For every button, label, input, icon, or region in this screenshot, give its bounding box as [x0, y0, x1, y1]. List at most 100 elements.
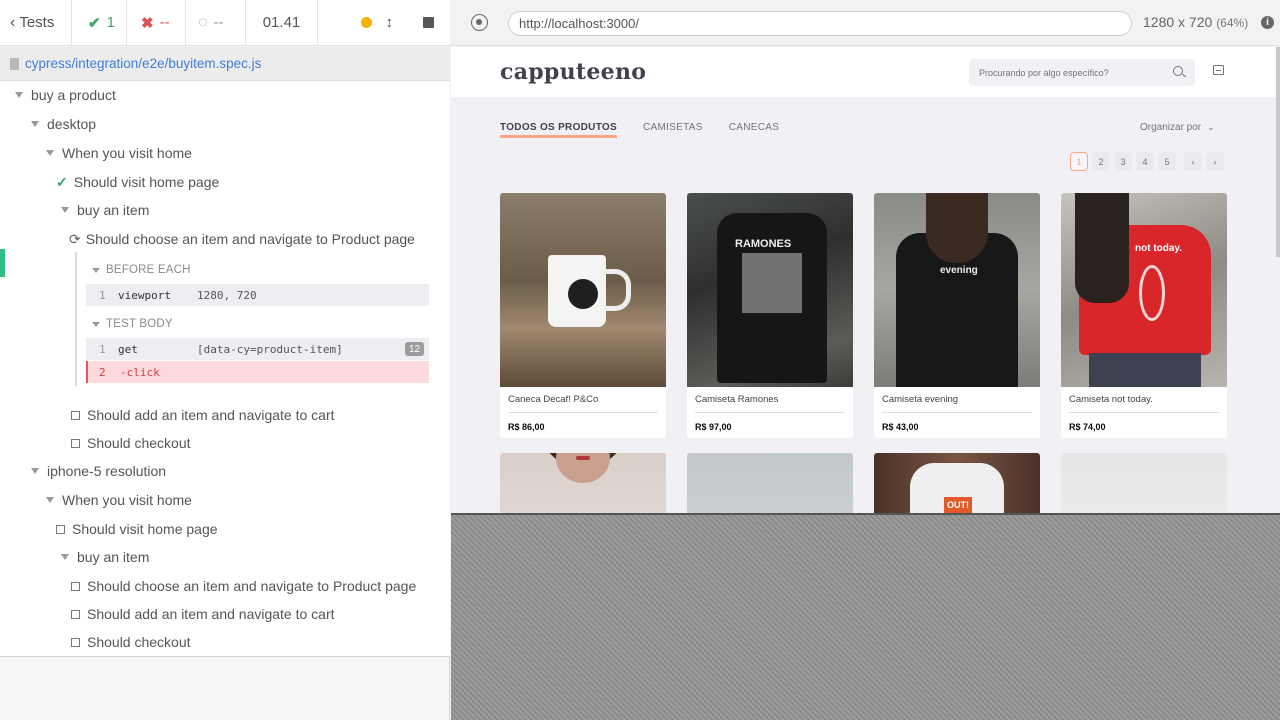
- tab-all-products[interactable]: TODOS OS PRODUTOS: [500, 122, 617, 138]
- tab-mugs[interactable]: CANECAS: [729, 122, 779, 138]
- product-card[interactable]: RAMONES Camiseta Ramones R$ 97,00: [687, 193, 853, 438]
- tab-shirts[interactable]: CAMISETAS: [643, 122, 703, 138]
- scrollbar-thumb[interactable]: [1276, 47, 1280, 257]
- site-logo[interactable]: capputeeno: [500, 59, 646, 85]
- product-name: Camiseta evening: [882, 394, 959, 405]
- test-row-passed[interactable]: ✓ Should visit home page: [0, 168, 449, 196]
- next-page-button[interactable]: ›: [1206, 152, 1224, 171]
- suite-row[interactable]: When you visit home: [0, 139, 449, 167]
- hair-shape: [1075, 193, 1129, 303]
- product-name: Camiseta not today.: [1069, 394, 1153, 405]
- product-card[interactable]: evening Camiseta evening R$ 43,00: [874, 193, 1040, 438]
- caret-down-icon: [15, 92, 23, 98]
- command-row[interactable]: 1 viewport 1280, 720: [86, 284, 429, 306]
- scrollbar-track[interactable]: [1276, 47, 1280, 513]
- tests-back-button[interactable]: ‹ Tests: [0, 0, 72, 45]
- square-icon: [71, 410, 80, 420]
- suite-row[interactable]: buy an item: [0, 543, 449, 571]
- suite-row[interactable]: buy an item: [0, 196, 449, 224]
- stop-icon[interactable]: [423, 17, 434, 28]
- pending-count: ◌ --: [186, 0, 246, 45]
- auto-scroll-toggle-icon[interactable]: ↕: [386, 14, 394, 31]
- product-image: not today.: [1061, 193, 1227, 387]
- caret-down-icon: [92, 267, 100, 273]
- skull-print: [568, 279, 598, 309]
- product-card[interactable]: OUT!: [874, 453, 1040, 513]
- chevron-left-icon: ‹: [10, 13, 16, 31]
- product-card[interactable]: not today. Camiseta not today. R$ 74,00: [1061, 193, 1227, 438]
- suite-title: desktop: [47, 116, 97, 132]
- divider: [1069, 412, 1219, 413]
- product-card[interactable]: [687, 453, 853, 513]
- command-row-failed[interactable]: 2 -click: [86, 361, 429, 383]
- square-icon: [71, 637, 80, 647]
- suite-row[interactable]: buy a product: [0, 81, 449, 109]
- suite-row[interactable]: desktop: [0, 110, 449, 138]
- page-5[interactable]: 5: [1158, 152, 1176, 171]
- page-2[interactable]: 2: [1092, 152, 1110, 171]
- site-search-input[interactable]: Procurando por algo específico?: [969, 59, 1195, 86]
- crosshair-icon[interactable]: [471, 14, 488, 31]
- hook-test-body[interactable]: TEST BODY: [92, 318, 173, 330]
- element-count-badge: 12: [405, 342, 424, 356]
- page-1[interactable]: 1: [1070, 152, 1088, 171]
- suite-row[interactable]: iphone-5 resolution: [0, 457, 449, 485]
- prev-page-button[interactable]: ‹: [1184, 152, 1202, 171]
- hair-shape: [926, 193, 988, 263]
- product-card[interactable]: [1061, 453, 1227, 513]
- pagination: 1 2 3 4 5 ‹ ›: [1070, 152, 1224, 171]
- product-card[interactable]: Caneca Decaf! P&Co R$ 86,00: [500, 193, 666, 438]
- shopping-bag-icon[interactable]: [1213, 65, 1224, 75]
- file-icon: [10, 57, 19, 70]
- test-row-pending[interactable]: Should visit home page: [0, 515, 449, 543]
- caret-down-icon: [92, 321, 100, 327]
- product-image: RAMONES: [687, 193, 853, 387]
- aut-header: http://localhost:3000/ 1280 x 720 (64%) …: [451, 0, 1280, 46]
- info-icon[interactable]: i: [1261, 16, 1274, 29]
- shirt-text: OUT!: [944, 497, 972, 513]
- hook-title: BEFORE EACH: [106, 264, 191, 276]
- product-card[interactable]: [500, 453, 666, 513]
- hook-before-each[interactable]: BEFORE EACH: [92, 264, 191, 276]
- x-icon: ✖: [141, 14, 154, 32]
- status-dot-icon: [360, 17, 372, 28]
- suite-row[interactable]: When you visit home: [0, 486, 449, 514]
- page-4[interactable]: 4: [1136, 152, 1154, 171]
- product-price: R$ 43,00: [882, 422, 919, 432]
- command-number: 1: [99, 342, 106, 356]
- product-image: [500, 453, 666, 513]
- test-row-pending[interactable]: Should add an item and navigate to cart: [0, 600, 449, 628]
- command-number: 1: [99, 288, 106, 302]
- lips-shape: [576, 456, 590, 460]
- caret-down-icon: [31, 468, 39, 474]
- url-value: http://localhost:3000/: [519, 16, 639, 31]
- command-message: 1280, 720: [197, 288, 257, 302]
- order-by-dropdown[interactable]: Organizar por ⌄: [1140, 122, 1215, 133]
- test-row-pending[interactable]: Should checkout: [0, 628, 449, 656]
- passed-indicator: [0, 249, 5, 277]
- caret-down-icon: [46, 150, 54, 156]
- url-field[interactable]: http://localhost:3000/: [508, 11, 1132, 36]
- test-tree: buy a product desktop When you visit hom…: [0, 81, 450, 657]
- caret-down-icon: [61, 554, 69, 560]
- page-3[interactable]: 3: [1114, 152, 1132, 171]
- product-name: Camiseta Ramones: [695, 394, 779, 405]
- shirt-print: [1139, 265, 1165, 321]
- order-by-label: Organizar por: [1140, 122, 1202, 133]
- command-row[interactable]: 1 get [data-cy=product-item] 12: [86, 338, 429, 360]
- test-row-pending[interactable]: Should add an item and navigate to cart: [0, 401, 449, 429]
- shirt-text: evening: [940, 265, 978, 276]
- product-price: R$ 97,00: [695, 422, 732, 432]
- test-title: Should visit home page: [72, 521, 218, 537]
- suite-title: When you visit home: [62, 492, 192, 508]
- test-row-running[interactable]: ⟳ Should choose an item and navigate to …: [0, 225, 449, 253]
- hook-title: TEST BODY: [106, 318, 173, 330]
- test-row-pending[interactable]: Should choose an item and navigate to Pr…: [0, 572, 449, 600]
- test-title: Should add an item and navigate to cart: [87, 606, 335, 622]
- spec-file-link[interactable]: cypress/integration/e2e/buyitem.spec.js: [25, 56, 261, 71]
- passed-count: ✔ 1: [72, 0, 127, 45]
- test-row-pending[interactable]: Should checkout: [0, 429, 449, 457]
- search-icon[interactable]: [1173, 66, 1183, 76]
- search-placeholder: Procurando por algo específico?: [979, 67, 1109, 78]
- app-under-test-frame: capputeeno Procurando por algo específic…: [451, 47, 1280, 513]
